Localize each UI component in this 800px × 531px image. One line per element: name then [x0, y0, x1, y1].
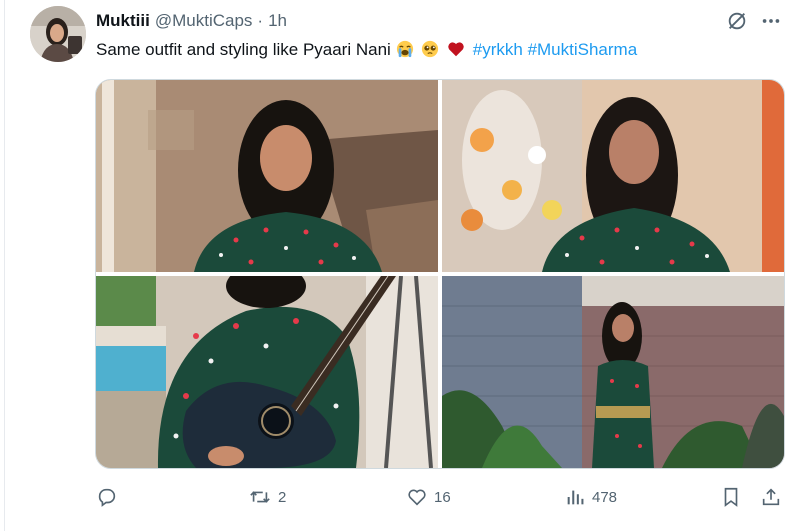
repost-icon: [250, 491, 270, 503]
repost-button[interactable]: 2: [248, 480, 286, 514]
photo-2[interactable]: [442, 80, 784, 272]
tweet-text: Same outfit and styling like Pyaari Nani…: [96, 38, 637, 62]
media-grid: [95, 79, 785, 469]
hashtag-muktisharma[interactable]: #MuktiSharma: [528, 40, 638, 59]
reply-button[interactable]: [96, 480, 124, 514]
more-icon: [762, 19, 780, 23]
separator-dot: ·: [257, 11, 264, 30]
view-count: 478: [592, 488, 618, 506]
timestamp[interactable]: 1h: [268, 11, 287, 31]
pleading-face-icon: [422, 40, 439, 58]
like-icon: [408, 489, 426, 506]
more-button[interactable]: [758, 8, 784, 34]
grok-icon: [728, 12, 746, 30]
hashtag-yrkkh[interactable]: #yrkkh: [473, 40, 523, 59]
bookmark-icon: [724, 487, 738, 507]
photo-4[interactable]: [442, 276, 784, 468]
views-icon: [567, 490, 584, 505]
like-count: 16: [434, 488, 451, 506]
share-button[interactable]: [760, 480, 782, 514]
views-button[interactable]: 478: [564, 480, 617, 514]
like-button[interactable]: 16: [406, 480, 451, 514]
tweet-body: Same outfit and styling like Pyaari Nani: [96, 40, 396, 59]
tweet[interactable]: Muktiii @MuktiCaps · 1h Same outfit and …: [0, 0, 800, 531]
red-heart-icon: [448, 42, 464, 57]
display-name[interactable]: Muktiii: [96, 11, 150, 31]
photo-3[interactable]: [96, 276, 438, 468]
share-icon: [762, 488, 780, 506]
photo-1[interactable]: [96, 80, 438, 272]
repost-count: 2: [278, 488, 287, 506]
handle[interactable]: @MuktiCaps: [155, 11, 253, 31]
reply-icon: [98, 488, 116, 507]
action-bar: 2 16 478: [0, 480, 800, 514]
bookmark-button[interactable]: [720, 480, 742, 514]
avatar[interactable]: [30, 6, 86, 62]
tweet-header: Muktiii @MuktiCaps · 1h: [96, 9, 287, 33]
grok-button[interactable]: [724, 8, 750, 34]
loudly-crying-face-icon: [396, 40, 413, 58]
